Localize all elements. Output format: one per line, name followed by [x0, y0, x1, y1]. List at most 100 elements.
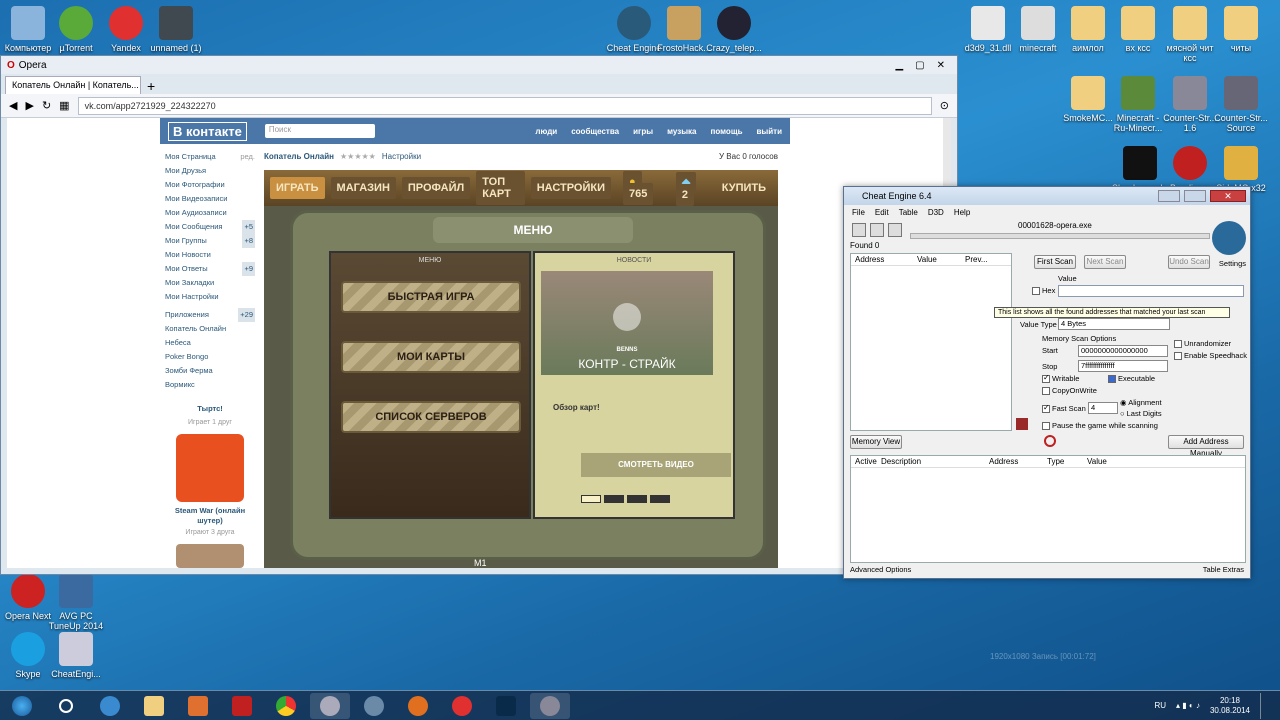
col-address[interactable]: Address — [855, 254, 917, 265]
server-list-button[interactable]: СПИСОК СЕРВЕРОВ — [341, 401, 521, 433]
sidebar-item-groups[interactable]: Мои Группы +8 — [165, 234, 255, 248]
lastdigits-radio[interactable]: ○ Last Digits — [1120, 409, 1162, 418]
nav-games[interactable]: игры — [633, 127, 653, 136]
folder-aimlol[interactable]: аимлол — [1060, 6, 1116, 53]
nav-communities[interactable]: сообщества — [571, 127, 619, 136]
tab-profile[interactable]: ПРОФАЙЛ — [401, 177, 471, 199]
tab-play[interactable]: ИГРАТЬ — [270, 177, 325, 199]
sidebar-item-kopatel[interactable]: Копатель Онлайн — [165, 322, 255, 336]
taskbar-zynga[interactable] — [222, 693, 262, 719]
cheatengine-desktop-icon[interactable]: CheatEngi... — [48, 632, 104, 679]
folder-myasnoy[interactable]: мясной чит ксс — [1162, 6, 1218, 63]
sidebar-item-messages[interactable]: Мои Сообщения +5 — [165, 220, 255, 234]
buy-button[interactable]: КУПИТЬ — [716, 177, 772, 199]
avg-tuneup-icon[interactable]: AVG PC TuneUp 2014 — [48, 574, 104, 631]
my-maps-button[interactable]: МОИ КАРТЫ — [341, 341, 521, 373]
utorrent-icon[interactable]: µTorrent — [48, 6, 104, 53]
col-value[interactable]: Value — [1087, 456, 1107, 467]
crazy-telep-shortcut[interactable]: Crazy_telep... — [706, 6, 762, 53]
value-type-select[interactable]: 4 Bytes — [1058, 318, 1170, 330]
col-type[interactable]: Type — [1047, 456, 1087, 467]
value-input[interactable] — [1058, 285, 1244, 297]
menu-help[interactable]: Help — [954, 208, 970, 217]
reload-icon[interactable]: ↻ — [42, 99, 51, 112]
undo-scan-button[interactable]: Undo Scan — [1168, 255, 1210, 269]
sidebar-item-bookmarks[interactable]: Мои Закладки — [165, 276, 255, 290]
add-address-button[interactable]: Add Address Manually — [1168, 435, 1244, 458]
unrandomizer-checkbox[interactable]: Unrandomizer — [1174, 339, 1231, 349]
copyonwrite-checkbox[interactable]: CopyOnWrite — [1042, 386, 1097, 396]
taskbar-media[interactable] — [178, 693, 218, 719]
new-tab-button[interactable]: + — [147, 78, 155, 94]
taskbar-explorer[interactable] — [134, 693, 174, 719]
pause-checkbox[interactable]: Pause the game while scanning — [1042, 421, 1158, 431]
tray-icons[interactable]: ▴ ▮ ◐ ♪ — [1176, 701, 1200, 710]
executable-checkbox[interactable]: Executable — [1108, 374, 1155, 384]
sidebar-item-news[interactable]: Мои Новости — [165, 248, 255, 262]
sidebar-item-poker[interactable]: Poker Bongo — [165, 350, 255, 364]
taskbar-firefox[interactable] — [398, 693, 438, 719]
taskbar-ce-active[interactable] — [530, 692, 570, 719]
minimize-button[interactable]: ▁ — [895, 60, 903, 71]
pager-dot[interactable] — [604, 495, 624, 503]
sidebar-item-nebesa[interactable]: Небеса — [165, 336, 255, 350]
close-button[interactable]: ✕ — [1210, 190, 1246, 202]
alignment-radio[interactable]: ◉ Alignment — [1120, 398, 1162, 407]
minecraft-ru-icon[interactable]: Minecraft - Ru-Minecr... — [1110, 76, 1166, 133]
pager-dot[interactable] — [650, 495, 670, 503]
folder-vh-kss[interactable]: вх ксс — [1110, 6, 1166, 53]
close-button[interactable]: ✕ — [937, 60, 945, 71]
back-icon[interactable]: ◀ — [9, 99, 17, 112]
taskbar-opera[interactable] — [310, 692, 350, 719]
menu-edit[interactable]: Edit — [875, 208, 889, 217]
d3d9-dll-icon[interactable]: d3d9_31.dll — [960, 6, 1016, 53]
clock[interactable]: 20:18 30.08.2014 — [1210, 696, 1250, 716]
sidebar-item-photos[interactable]: Мои Фотографии — [165, 178, 255, 192]
promo2-image[interactable] — [176, 544, 244, 568]
sidebar-item-answers[interactable]: Мои Ответы +9 — [165, 262, 255, 276]
maximize-button[interactable] — [1184, 190, 1206, 202]
col-value[interactable]: Value — [917, 254, 965, 265]
app-title[interactable]: Копатель Онлайн — [264, 152, 334, 161]
table-extras-link[interactable]: Table Extras — [1203, 565, 1244, 574]
folder-chity[interactable]: читы — [1213, 6, 1269, 53]
tab-kopatel[interactable]: Копатель Онлайн | Копатель... — [5, 76, 141, 94]
cheat-engine-shortcut[interactable]: Cheat Engine — [606, 6, 662, 53]
pager-dot[interactable] — [627, 495, 647, 503]
ce-titlebar[interactable]: Cheat Engine 6.4 ✕ — [844, 187, 1250, 205]
frostohack-shortcut[interactable]: FrostoHack... — [656, 6, 712, 53]
fastscan-checkbox[interactable]: Fast Scan — [1042, 403, 1086, 414]
maximize-button[interactable]: ▢ — [915, 60, 924, 71]
taskbar-photoshop[interactable] — [486, 693, 526, 719]
open-file-icon[interactable] — [870, 223, 884, 237]
promo1-image[interactable] — [176, 434, 244, 502]
menu-table[interactable]: Table — [899, 208, 918, 217]
col-address[interactable]: Address — [989, 456, 1047, 467]
stop-icon[interactable] — [1044, 435, 1056, 447]
hex-checkbox[interactable]: Hex — [1032, 286, 1055, 296]
minecraft-file-icon[interactable]: minecraft — [1010, 6, 1066, 53]
vk-search-input[interactable]: Поиск — [264, 124, 375, 138]
tab-settings[interactable]: НАСТРОЙКИ — [530, 177, 612, 199]
show-desktop-button[interactable] — [1260, 692, 1270, 719]
sidebar-item-settings[interactable]: Мои Настройки — [165, 290, 255, 304]
speedhack-checkbox[interactable]: Enable Speedhack — [1174, 351, 1247, 361]
memory-view-button[interactable]: Memory View — [850, 435, 902, 449]
address-table[interactable]: Active Description Address Type Value — [850, 455, 1246, 563]
menu-d3d[interactable]: D3D — [928, 208, 944, 217]
sidebar-item-my-page[interactable]: Моя Страница ред. — [165, 150, 255, 164]
sidebar-item-wormix[interactable]: Вормикс — [165, 378, 255, 392]
promo2-title[interactable]: Steam War (онлайн шутер) — [165, 506, 255, 526]
sidebar-item-audio[interactable]: Мои Аудиозаписи — [165, 206, 255, 220]
download-icon[interactable]: ⊙ — [940, 99, 949, 112]
open-process-icon[interactable] — [852, 223, 866, 237]
taskbar-chrome[interactable] — [266, 693, 306, 719]
sidebar-item-zombie[interactable]: Зомби Ферма — [165, 364, 255, 378]
app-settings-link[interactable]: Настройки — [382, 152, 421, 161]
nav-people[interactable]: люди — [535, 127, 557, 136]
col-description[interactable]: Description — [881, 456, 989, 467]
unnamed-icon[interactable]: unnamed (1) — [148, 6, 204, 53]
ce-logo-icon[interactable] — [1212, 221, 1246, 255]
advanced-options-link[interactable]: Advanced Options — [850, 565, 911, 574]
taskbar-yandex[interactable] — [442, 693, 482, 719]
